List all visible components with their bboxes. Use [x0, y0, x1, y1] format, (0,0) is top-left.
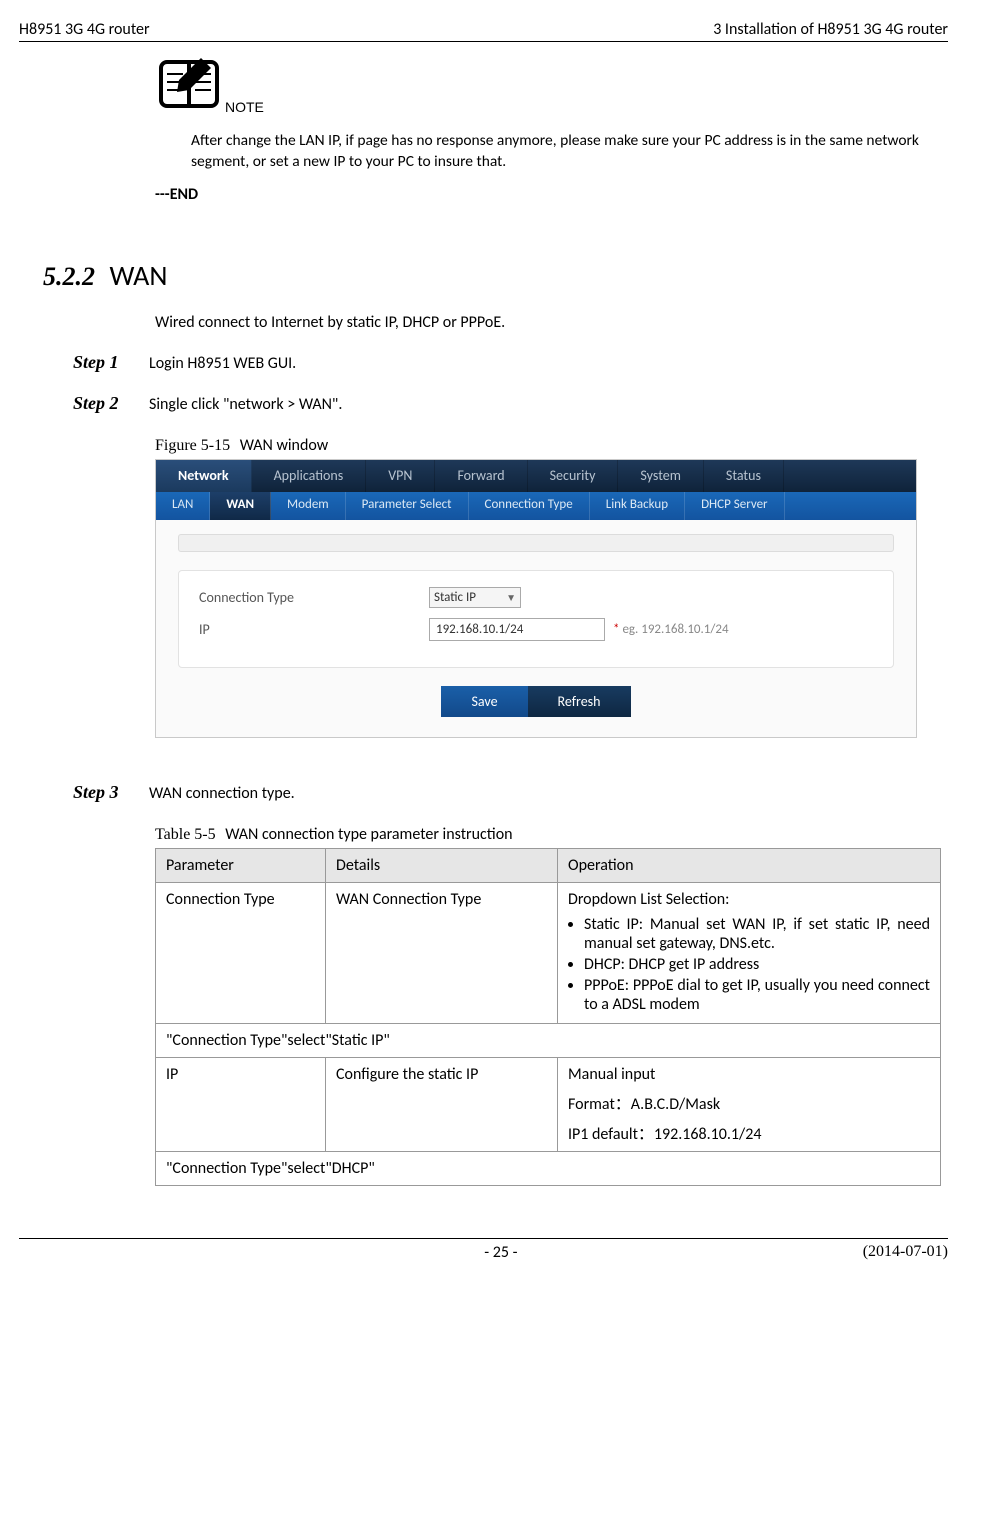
section-label: WAN — [110, 258, 168, 293]
step-3-label: Step 3 — [73, 782, 149, 803]
ip-hint: * eg. 192.168.10.1/24 — [613, 622, 729, 637]
cell-param-ip: IP — [156, 1057, 326, 1151]
step-3-text: WAN connection type. — [149, 784, 295, 803]
form-row-connection-type: Connection Type Static IP ▼ — [199, 587, 873, 608]
step-2-row: Step 2 Single click "network > WAN". — [19, 393, 948, 414]
required-star-icon: * — [613, 622, 619, 637]
cell-operation-connection-type: Dropdown List Selection: Static IP: Manu… — [558, 882, 941, 1023]
tab-security[interactable]: Security — [528, 460, 619, 492]
label-ip: IP — [199, 621, 429, 638]
note-icon: NOTE — [159, 56, 948, 125]
list-item: Static IP: Manual set WAN IP, if set sta… — [584, 915, 930, 953]
hint-text: eg. 192.168.10.1/24 — [622, 622, 728, 637]
section-number: 5.2.2 — [43, 262, 95, 291]
figure-number: Figure 5-15 — [155, 437, 230, 454]
header-left: H8951 3G 4G router — [19, 20, 150, 39]
cell-param-connection-type: Connection Type — [156, 882, 326, 1023]
step-1-text: Login H8951 WEB GUI. — [149, 354, 296, 373]
form-panel: Connection Type Static IP ▼ IP 192.168.1… — [178, 570, 894, 668]
subtab-link-backup[interactable]: Link Backup — [590, 492, 685, 520]
save-button[interactable]: Save — [441, 686, 527, 717]
select-value: Static IP — [434, 590, 476, 605]
th-details: Details — [326, 848, 558, 882]
footer-date: (2014-07-01) — [863, 1243, 948, 1261]
select-connection-type[interactable]: Static IP ▼ — [429, 587, 521, 608]
step-3-row: Step 3 WAN connection type. — [19, 782, 948, 803]
op-lead: Dropdown List Selection: — [568, 890, 930, 909]
cell-full-static-ip: "Connection Type"select"Static IP" — [156, 1023, 941, 1057]
refresh-button[interactable]: Refresh — [528, 686, 631, 717]
subtab-wan[interactable]: WAN — [210, 492, 271, 520]
header-right: 3 Installation of H8951 3G 4G router — [713, 20, 948, 39]
table-row: IP Configure the static IP Manual input … — [156, 1057, 941, 1151]
tab-forward[interactable]: Forward — [435, 460, 527, 492]
figure-title: WAN window — [240, 436, 328, 455]
button-row: Save Refresh — [178, 686, 894, 717]
tab-vpn[interactable]: VPN — [366, 460, 435, 492]
section-heading: 5.2.2 WAN — [43, 258, 948, 293]
note-text: After change the LAN IP, if page has no … — [191, 131, 948, 173]
th-operation: Operation — [558, 848, 941, 882]
cell-full-dhcp: "Connection Type"select"DHCP" — [156, 1151, 941, 1185]
table-header-row: Parameter Details Operation — [156, 848, 941, 882]
tab-applications[interactable]: Applications — [252, 460, 367, 492]
subtab-parameter-select[interactable]: Parameter Select — [346, 492, 469, 520]
subtab-modem[interactable]: Modem — [271, 492, 346, 520]
top-tabs: Network Applications VPN Forward Securit… — [156, 460, 916, 492]
table-row: Connection Type WAN Connection Type Drop… — [156, 882, 941, 1023]
chevron-down-icon: ▼ — [506, 591, 516, 604]
table-number: Table 5-5 — [155, 826, 216, 843]
form-row-ip: IP 192.168.10.1/24 * eg. 192.168.10.1/24 — [199, 618, 873, 641]
tab-network[interactable]: Network — [156, 460, 252, 492]
op-line: Manual input — [568, 1065, 930, 1084]
cell-operation-ip: Manual input Format：A.B.C.D/Mask IP1 def… — [558, 1057, 941, 1151]
table-caption: Table 5-5 WAN connection type parameter … — [155, 825, 948, 844]
table-title: WAN connection type parameter instructio… — [225, 825, 512, 844]
page-header: H8951 3G 4G router 3 Installation of H89… — [19, 20, 948, 42]
param-table: Parameter Details Operation Connection T… — [155, 848, 941, 1186]
subtab-dhcp-server[interactable]: DHCP Server — [685, 492, 785, 520]
input-ip[interactable]: 192.168.10.1/24 — [429, 618, 605, 641]
screenshot-body: Connection Type Static IP ▼ IP 192.168.1… — [156, 520, 916, 737]
cell-details-ip: Configure the static IP — [326, 1057, 558, 1151]
step-1-row: Step 1 Login H8951 WEB GUI. — [19, 352, 948, 373]
breadcrumb-bar — [178, 534, 894, 552]
th-parameter: Parameter — [156, 848, 326, 882]
step-2-label: Step 2 — [73, 393, 149, 414]
list-item: PPPoE: PPPoE dial to get IP, usually you… — [584, 976, 930, 1014]
page-footer: - 25 - (2014-07-01) — [19, 1238, 948, 1262]
op-list: Static IP: Manual set WAN IP, if set sta… — [568, 915, 930, 1014]
svg-text:NOTE: NOTE — [225, 99, 264, 115]
subtab-connection-type[interactable]: Connection Type — [469, 492, 590, 520]
step-1-label: Step 1 — [73, 352, 149, 373]
end-marker: ---END — [155, 185, 948, 204]
figure-caption: Figure 5-15 WAN window — [155, 436, 948, 455]
table-row: "Connection Type"select"Static IP" — [156, 1023, 941, 1057]
table-row: "Connection Type"select"DHCP" — [156, 1151, 941, 1185]
tab-status[interactable]: Status — [704, 460, 784, 492]
label-connection-type: Connection Type — [199, 589, 429, 606]
cell-details-connection-type: WAN Connection Type — [326, 882, 558, 1023]
intro-para: Wired connect to Internet by static IP, … — [155, 313, 948, 332]
footer-page-number: - 25 - — [139, 1243, 863, 1262]
step-2-text: Single click "network > WAN". — [149, 395, 342, 414]
op-line: IP1 default：192.168.10.1/24 — [568, 1120, 930, 1144]
subtab-lan[interactable]: LAN — [156, 492, 210, 520]
sub-tabs: LAN WAN Modem Parameter Select Connectio… — [156, 492, 916, 520]
tab-system[interactable]: System — [618, 460, 703, 492]
op-line: Format：A.B.C.D/Mask — [568, 1090, 930, 1114]
wan-screenshot: Network Applications VPN Forward Securit… — [155, 459, 917, 738]
list-item: DHCP: DHCP get IP address — [584, 955, 930, 974]
